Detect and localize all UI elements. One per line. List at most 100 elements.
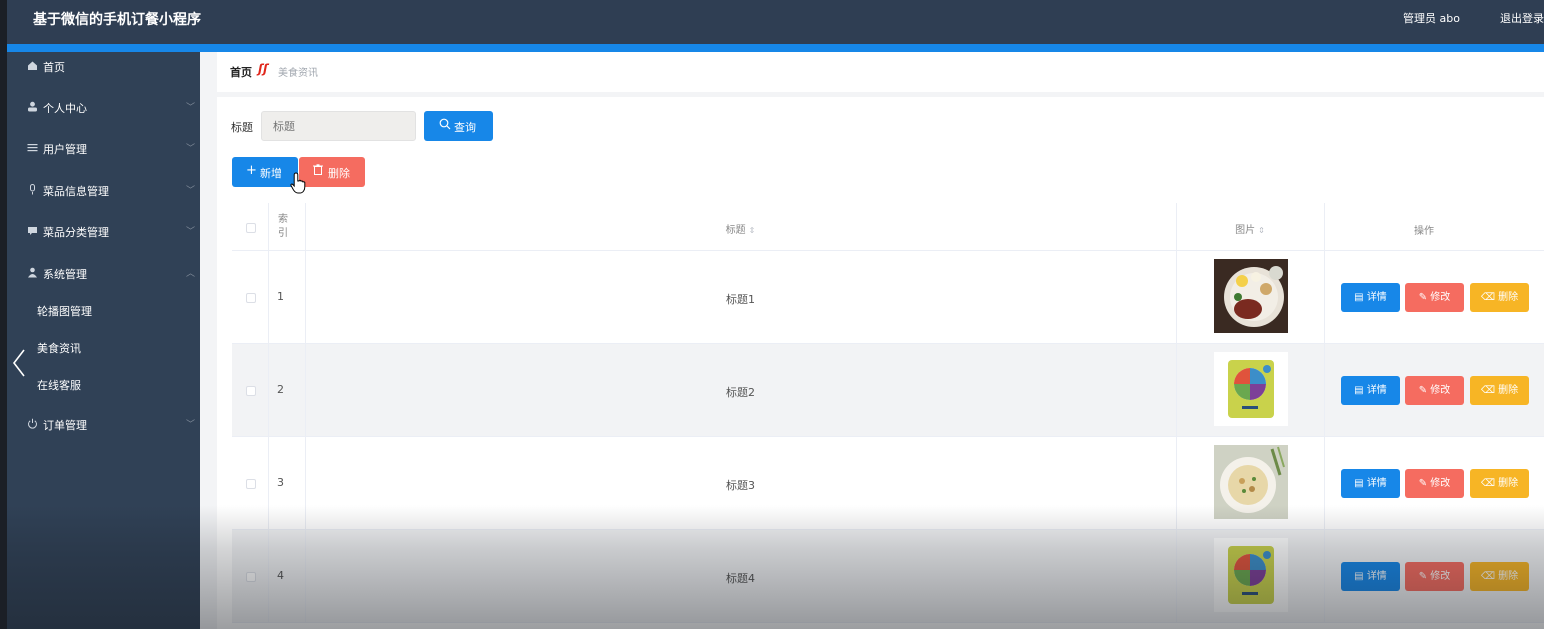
search-button[interactable]: 查询 [424,111,493,141]
chevron-left-icon[interactable] [11,348,27,378]
doc-icon: ▤ [1354,571,1367,582]
breadcrumb-home[interactable]: 首页 [230,64,252,80]
header-title[interactable]: 标题 ⇕ [305,221,1176,236]
chevron-down-icon: ﹀ [185,227,195,237]
column-divider [268,344,269,437]
sidebar-item-order-management[interactable]: 订单管理 ﹀ [7,410,200,440]
sidebar-item-label: 个人中心 [43,102,87,115]
sidebar-subitem-carousel[interactable]: 轮播图管理 [7,297,200,325]
sort-icon[interactable]: ⇕ [1258,226,1265,235]
edit-button-label: 修改 [1430,385,1451,396]
search-input[interactable] [261,111,416,141]
sidebar-subitem-food-news[interactable]: 美食资讯 [7,334,200,362]
row-index: 2 [277,383,284,396]
trash-icon: ⌫ [1480,571,1499,582]
logout-link[interactable]: 退出登录 [1500,10,1544,26]
header-title-label: 标题 [725,225,746,236]
detail-button[interactable]: ▤ 详情 [1341,283,1400,312]
batch-delete-button[interactable]: 删除 [299,157,365,187]
chevron-down-icon: ﹀ [185,144,195,154]
delete-button[interactable]: ⌫ 删除 [1470,562,1529,591]
delete-button[interactable]: ⌫ 删除 [1470,376,1529,405]
doc-icon: ▤ [1354,385,1367,396]
row-checkbox[interactable] [246,572,256,582]
search-label: 标题 [231,121,253,134]
microphone-icon [26,184,38,196]
sidebar-item-dish-info[interactable]: 菜品信息管理 ﹀ [7,176,200,206]
pencil-icon: ✎ [1418,571,1431,582]
row-title: 标题1 [726,293,755,306]
sidebar-item-label: 菜品信息管理 [43,185,109,198]
header-image[interactable]: 图片 ⇕ [1176,221,1324,236]
row-checkbox[interactable] [246,386,256,396]
pencil-icon: ✎ [1418,292,1431,303]
row-title: 标题3 [726,479,755,492]
delete-button-label: 删除 [1498,571,1519,582]
trash-icon: ⌫ [1480,292,1499,303]
trash-icon: ⌫ [1480,478,1499,489]
edit-button-label: 修改 [1430,571,1451,582]
top-header: 基于微信的手机订餐小程序 管理员 abo 退出登录 [7,0,1544,44]
add-button-label: 新增 [260,167,282,180]
user-icon [26,101,38,113]
column-divider [1324,530,1325,623]
row-checkbox[interactable] [246,293,256,303]
sort-icon[interactable]: ⇕ [749,226,756,235]
table-row: 2 标题2 ▤ 详情 ✎ 修改 ⌫ 删除 [232,344,1544,437]
table-header: 索引 标题 ⇕ 图片 ⇕ 操作 [232,203,1544,251]
delete-button[interactable]: ⌫ 删除 [1470,469,1529,498]
detail-button[interactable]: ▤ 详情 [1341,376,1400,405]
content-panel: 标题 查询 + 新增 删除 索引 [217,97,1544,629]
header-index: 索引 [278,214,288,239]
delete-button-label: 删除 [1498,292,1519,303]
column-divider [268,251,269,344]
detail-button[interactable]: ▤ 详情 [1341,469,1400,498]
sidebar-subitem-label: 美食资讯 [37,342,81,355]
search-button-label: 查询 [454,121,476,134]
sidebar-item-label: 用户管理 [43,143,87,156]
myplate-nutrition-graphic [1214,538,1288,612]
detail-button-label: 详情 [1366,385,1387,396]
table-row: 4 标题4 ▤ 详情 ✎ 修改 ⌫ 删除 [232,530,1544,623]
sidebar: 首页 个人中心 ﹀ 用户管理 ﹀ 菜品信息管理 ﹀ 菜品分类管理 ﹀ 系统管理 … [7,52,200,629]
current-user-label: 管理员 abo [1403,12,1460,25]
edit-button-label: 修改 [1430,478,1451,489]
sidebar-subitem-online-service[interactable]: 在线客服 [7,371,200,399]
column-divider [1176,437,1177,530]
edit-button[interactable]: ✎ 修改 [1405,283,1464,312]
add-button[interactable]: + 新增 [232,157,298,187]
row-index: 1 [277,290,284,303]
table-row: 1 标题1 ▤ 详情 ✎ 修改 ⌫ 删除 [232,251,1544,344]
data-table: 索引 标题 ⇕ 图片 ⇕ 操作 1 标题1 ▤ 详情 ✎ 修改 ⌫ 删除 2 标… [232,203,1544,629]
delete-button-label: 删除 [1498,478,1519,489]
sidebar-item-personal-center[interactable]: 个人中心 ﹀ [7,93,200,123]
column-divider [1324,344,1325,437]
detail-button[interactable]: ▤ 详情 [1341,562,1400,591]
edit-button[interactable]: ✎ 修改 [1405,562,1464,591]
chevron-up-icon: ︿ [185,269,195,279]
header-operation: 操作 [1414,226,1434,237]
chevron-down-icon: ﹀ [185,186,195,196]
plus-icon: + [246,163,257,178]
list-icon [26,142,38,154]
sidebar-item-dish-category[interactable]: 菜品分类管理 ﹀ [7,217,200,247]
edit-button[interactable]: ✎ 修改 [1405,469,1464,498]
edit-button[interactable]: ✎ 修改 [1405,376,1464,405]
sidebar-item-label: 系统管理 [43,268,87,281]
delete-button[interactable]: ⌫ 删除 [1470,283,1529,312]
row-index: 3 [277,476,284,489]
detail-button-label: 详情 [1366,292,1387,303]
select-all-checkbox[interactable] [246,223,256,233]
sidebar-item-user-management[interactable]: 用户管理 ﹀ [7,134,200,164]
sidebar-item-label: 首页 [43,61,65,74]
header-image-label: 图片 [1235,225,1256,236]
sidebar-item-home[interactable]: 首页 [7,52,200,82]
row-checkbox[interactable] [246,479,256,489]
column-divider [268,203,269,251]
users-icon [26,267,38,279]
column-divider [1324,251,1325,344]
home-icon [26,60,38,72]
chevron-down-icon: ﹀ [185,103,195,113]
row-index: 4 [277,569,284,582]
sidebar-item-system-management[interactable]: 系统管理 ︿ [7,259,200,289]
